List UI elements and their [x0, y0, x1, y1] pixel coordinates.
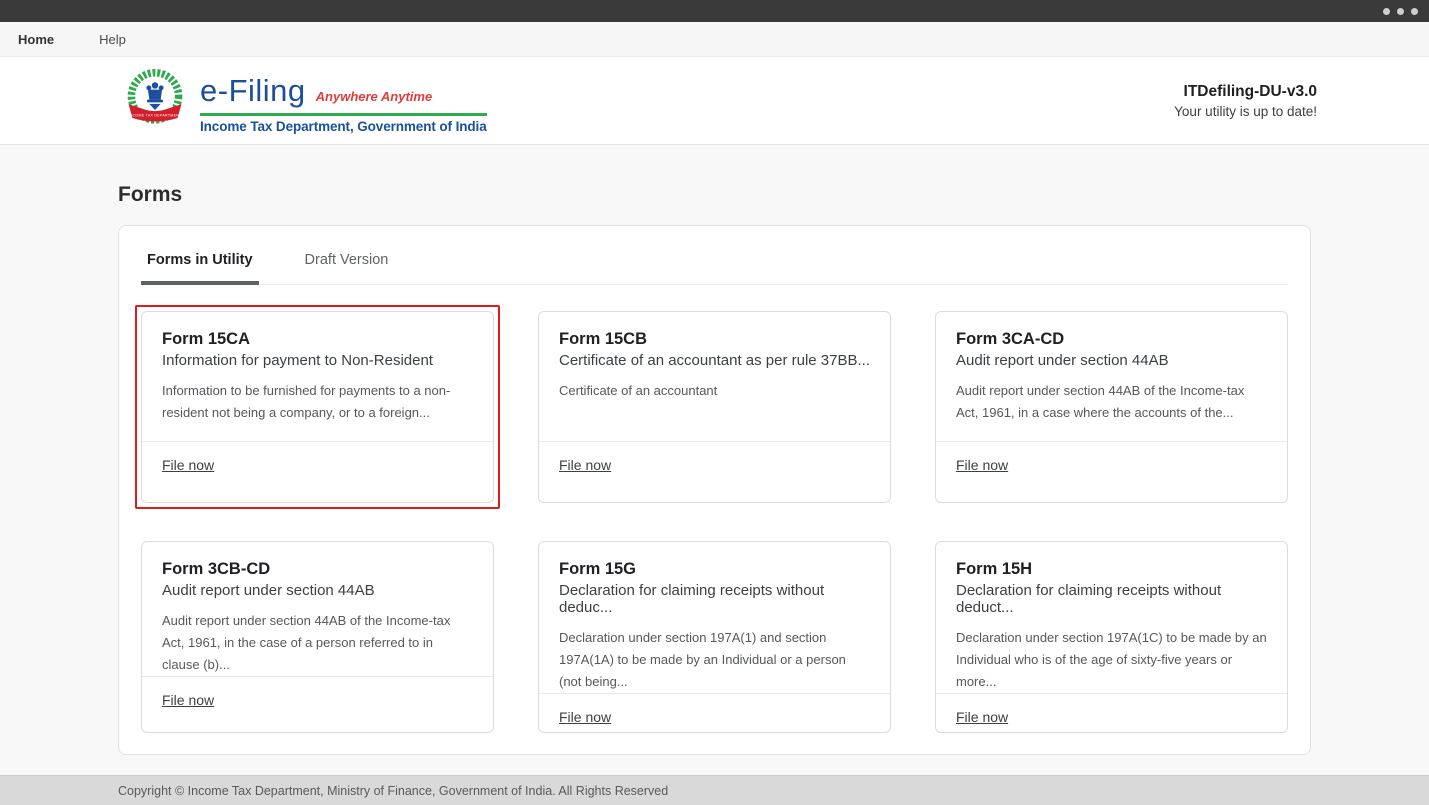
utility-status: Your utility is up to date! [1174, 104, 1317, 119]
app-header: INCOME TAX DEPARTMENT e-Filing Anywhere … [0, 57, 1429, 145]
copyright-text: Copyright © Income Tax Department, Minis… [118, 784, 668, 798]
version-info: ITDefiling-DU-v3.0 Your utility is up to… [1174, 83, 1317, 119]
card-title: Form 15CA [162, 330, 473, 349]
card-title: Form 3CB-CD [162, 560, 473, 579]
tab-draft-version[interactable]: Draft Version [299, 242, 395, 285]
file-now-link[interactable]: File now [559, 709, 611, 725]
menu-item-home[interactable]: Home [18, 32, 54, 47]
file-now-link[interactable]: File now [162, 692, 214, 708]
form-card-3ca-cd[interactable]: Form 3CA-CD Audit report under section 4… [935, 311, 1288, 503]
forms-panel: Forms in Utility Draft Version Form 15CA… [118, 225, 1311, 755]
brand-tagline: Anywhere Anytime [316, 89, 433, 104]
form-card-3cb-cd[interactable]: Form 3CB-CD Audit report under section 4… [141, 541, 494, 733]
file-now-link[interactable]: File now [162, 457, 214, 473]
efiling-logo: INCOME TAX DEPARTMENT e-Filing Anywhere … [122, 67, 487, 134]
card-title: Form 15CB [559, 330, 870, 349]
card-title: Form 3CA-CD [956, 330, 1267, 349]
tab-bar: Forms in Utility Draft Version [141, 226, 1288, 285]
page-title: Forms [118, 183, 1311, 207]
file-now-link[interactable]: File now [559, 457, 611, 473]
card-description: Declaration under section 197A(1) and se… [559, 627, 870, 693]
form-card-15cb[interactable]: Form 15CB Certificate of an accountant a… [538, 311, 891, 503]
card-description: Declaration under section 197A(1C) to be… [956, 627, 1267, 693]
card-subtitle: Declaration for claiming receipts withou… [559, 582, 870, 616]
form-card-15g[interactable]: Form 15G Declaration for claiming receip… [538, 541, 891, 733]
card-description: Information to be furnished for payments… [162, 380, 473, 424]
card-description: Audit report under section 44AB of the I… [956, 380, 1267, 424]
brand-block: e-Filing Anywhere Anytime Income Tax Dep… [200, 67, 487, 134]
card-description: Certificate of an accountant [559, 380, 870, 402]
file-now-link[interactable]: File now [956, 709, 1008, 725]
utility-version: ITDefiling-DU-v3.0 [1174, 83, 1317, 101]
card-subtitle: Certificate of an accountant as per rule… [559, 352, 870, 369]
card-title: Form 15G [559, 560, 870, 579]
menu-item-help[interactable]: Help [99, 32, 126, 47]
form-card-15ca[interactable]: Form 15CA Information for payment to Non… [141, 311, 494, 503]
income-tax-emblem-icon: INCOME TAX DEPARTMENT [122, 68, 188, 134]
card-subtitle: Audit report under section 44AB [956, 352, 1267, 369]
emblem-ribbon-text: INCOME TAX DEPARTMENT [128, 113, 182, 117]
brand-name: e-Filing [200, 73, 306, 109]
tab-forms-in-utility[interactable]: Forms in Utility [141, 242, 259, 285]
footer: Copyright © Income Tax Department, Minis… [0, 775, 1429, 805]
main-content: Forms Forms in Utility Draft Version For… [0, 145, 1429, 775]
window-titlebar [0, 0, 1429, 22]
card-subtitle: Audit report under section 44AB [162, 582, 473, 599]
brand-subtitle: Income Tax Department, Government of Ind… [200, 113, 487, 134]
window-control-dot-icon[interactable] [1411, 8, 1418, 15]
form-cards-grid: Form 15CA Information for payment to Non… [141, 311, 1288, 733]
card-subtitle: Information for payment to Non-Resident [162, 352, 473, 369]
form-card-15h[interactable]: Form 15H Declaration for claiming receip… [935, 541, 1288, 733]
window-control-dot-icon[interactable] [1397, 8, 1404, 15]
file-now-link[interactable]: File now [956, 457, 1008, 473]
card-title: Form 15H [956, 560, 1267, 579]
window-control-dot-icon[interactable] [1383, 8, 1390, 15]
card-description: Audit report under section 44AB of the I… [162, 610, 473, 676]
menu-bar: Home Help [0, 22, 1429, 57]
card-subtitle: Declaration for claiming receipts withou… [956, 582, 1267, 616]
